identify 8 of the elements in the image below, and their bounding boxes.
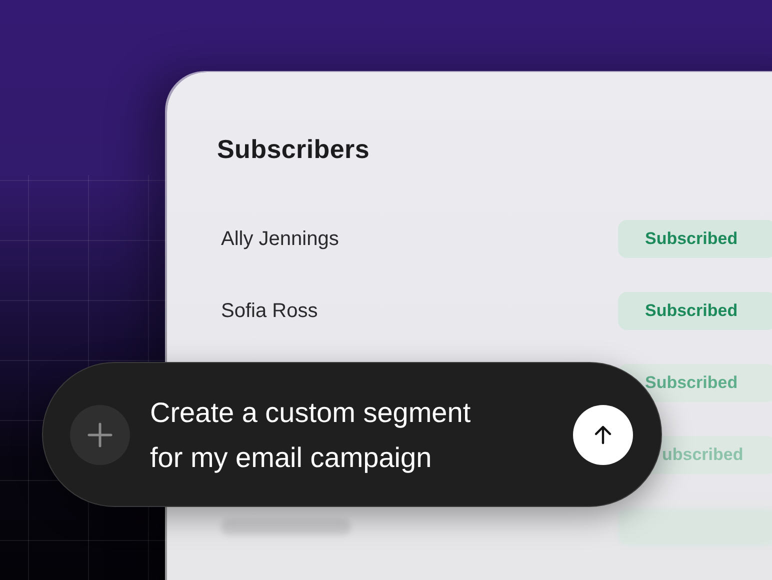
subscriber-name: Ally Jennings [221, 228, 339, 250]
plus-icon [87, 422, 113, 448]
prompt-text[interactable]: Create a custom segment for my email campaign [150, 390, 573, 480]
up-arrow-icon [594, 424, 612, 444]
card-title: Subscribers [217, 134, 370, 165]
subscriber-name: Sofia Ross [221, 300, 318, 322]
status-badge: Subscribed [618, 292, 772, 330]
status-badge: Subscribed [618, 220, 772, 258]
